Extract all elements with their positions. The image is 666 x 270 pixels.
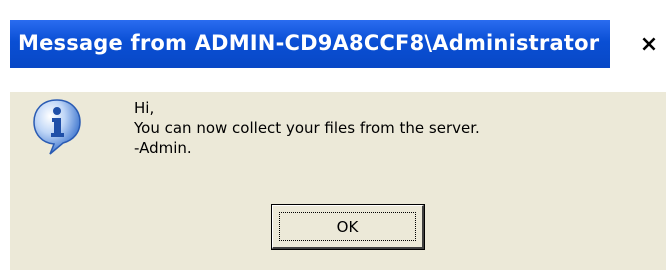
- ok-button[interactable]: OK: [271, 204, 425, 250]
- message-dialog: Message from ADMIN-CD9A8CCF8\Administrat…: [10, 0, 666, 270]
- info-icon: [33, 99, 81, 155]
- message-line: You can now collect your files from the …: [134, 119, 480, 137]
- message-line: Hi,: [134, 99, 155, 117]
- close-button[interactable]: ×: [634, 26, 664, 62]
- close-icon: ×: [639, 31, 659, 57]
- ok-button-label: OK: [336, 217, 359, 236]
- message-text: Hi, You can now collect your files from t…: [134, 98, 480, 158]
- message-line: -Admin.: [134, 139, 192, 157]
- dialog-title: Message from ADMIN-CD9A8CCF8\Administrat…: [18, 31, 600, 55]
- title-bar[interactable]: Message from ADMIN-CD9A8CCF8\Administrat…: [10, 0, 666, 92]
